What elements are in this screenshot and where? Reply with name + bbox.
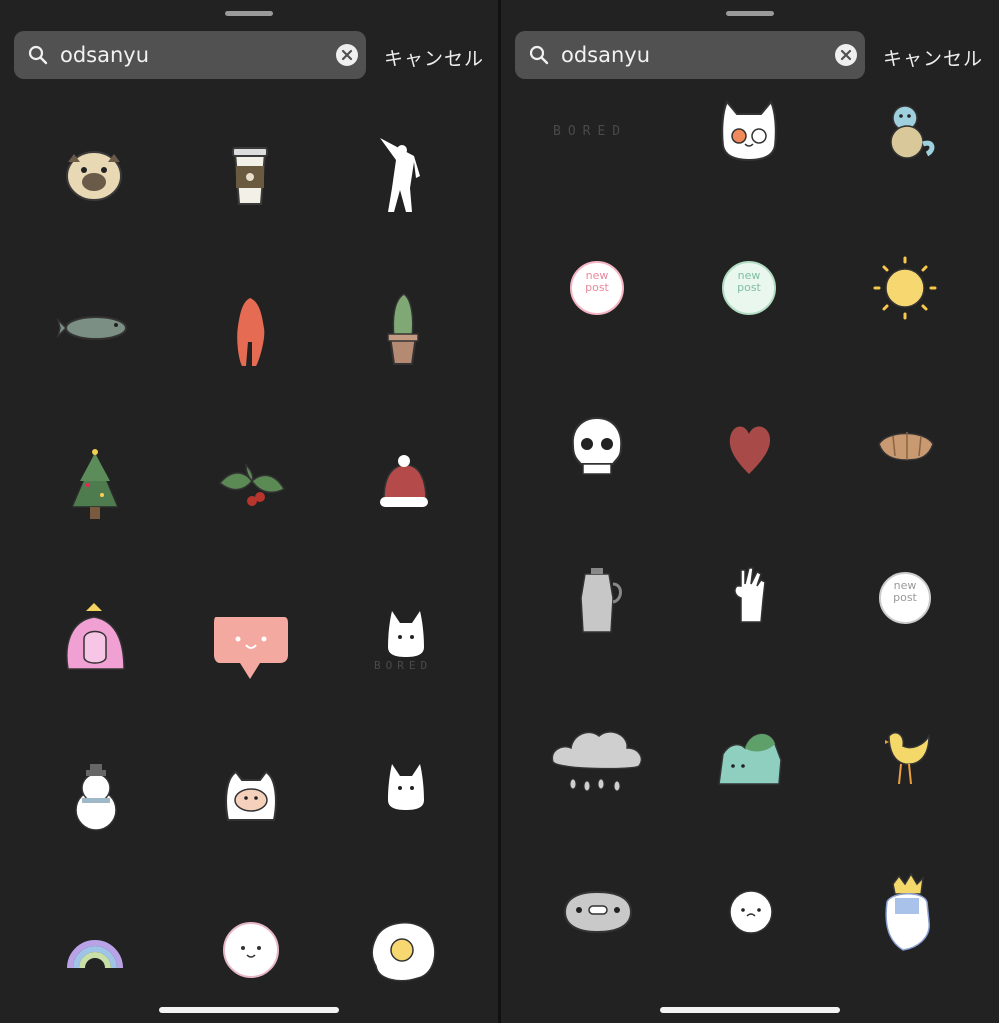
sticker-speech-bubble-face[interactable] bbox=[180, 585, 320, 705]
sticker-croissant[interactable] bbox=[837, 390, 977, 510]
sticker-search-panel-right: odsanyu キャンセル BORED new post new post ne… bbox=[501, 0, 999, 1023]
sticker-pug[interactable] bbox=[24, 118, 164, 238]
sticker-bulbasaur[interactable] bbox=[679, 700, 819, 820]
sticker-finn-hat[interactable] bbox=[180, 740, 320, 860]
sticker-yellow-bird[interactable] bbox=[837, 700, 977, 820]
sticker-sun[interactable] bbox=[837, 230, 977, 350]
sticker-new-post-white[interactable]: new post bbox=[837, 540, 977, 660]
sticker-princess-bubblegum[interactable] bbox=[24, 585, 164, 705]
sticker-cat-face[interactable] bbox=[679, 80, 819, 200]
sticker-new-post-mint[interactable]: new post bbox=[679, 230, 819, 350]
sticker-little-face[interactable] bbox=[679, 852, 819, 972]
new-post-label: new post bbox=[893, 579, 917, 604]
sticker-squirtle[interactable] bbox=[837, 80, 977, 200]
sticker-skull[interactable] bbox=[527, 390, 667, 510]
sticker-grid: BORED bbox=[0, 0, 498, 1023]
bored-text: BORED bbox=[553, 124, 628, 139]
sticker-grid: BORED new post new post new post bbox=[501, 0, 999, 1023]
sticker-bored-text[interactable]: BORED bbox=[527, 80, 667, 200]
sticker-cactus[interactable] bbox=[330, 268, 470, 388]
sticker-dancing-figure[interactable] bbox=[330, 118, 470, 238]
sticker-holly[interactable] bbox=[180, 425, 320, 545]
sticker-rainbow[interactable] bbox=[24, 900, 164, 1020]
sticker-orange-figure[interactable] bbox=[180, 268, 320, 388]
sticker-santa-hat[interactable] bbox=[330, 425, 470, 545]
sticker-new-post-pink[interactable]: new post bbox=[527, 230, 667, 350]
sticker-bored-cat[interactable]: BORED bbox=[330, 585, 470, 705]
sticker-heart[interactable] bbox=[679, 390, 819, 510]
sticker-ok-hand[interactable] bbox=[679, 540, 819, 660]
sticker-ice-king[interactable] bbox=[837, 852, 977, 972]
sticker-snowman[interactable] bbox=[24, 740, 164, 860]
sticker-rain-cloud[interactable] bbox=[527, 700, 667, 820]
sticker-search-panel-left: odsanyu キャンセル BORED bbox=[0, 0, 501, 1023]
sticker-coffee-cup[interactable] bbox=[180, 118, 320, 238]
sticker-round-face[interactable] bbox=[180, 900, 320, 1020]
home-indicator bbox=[660, 1007, 840, 1013]
sticker-white-cat[interactable] bbox=[330, 740, 470, 860]
sticker-grey-blob[interactable] bbox=[527, 852, 667, 972]
bored-caption: BORED bbox=[374, 659, 433, 672]
home-indicator bbox=[159, 1007, 339, 1013]
sticker-fish[interactable] bbox=[24, 268, 164, 388]
sticker-moka-pot[interactable] bbox=[527, 540, 667, 660]
new-post-label: new post bbox=[585, 269, 609, 294]
sticker-christmas-tree[interactable] bbox=[24, 425, 164, 545]
sticker-fried-egg[interactable] bbox=[330, 900, 470, 1020]
new-post-label: new post bbox=[737, 269, 761, 294]
